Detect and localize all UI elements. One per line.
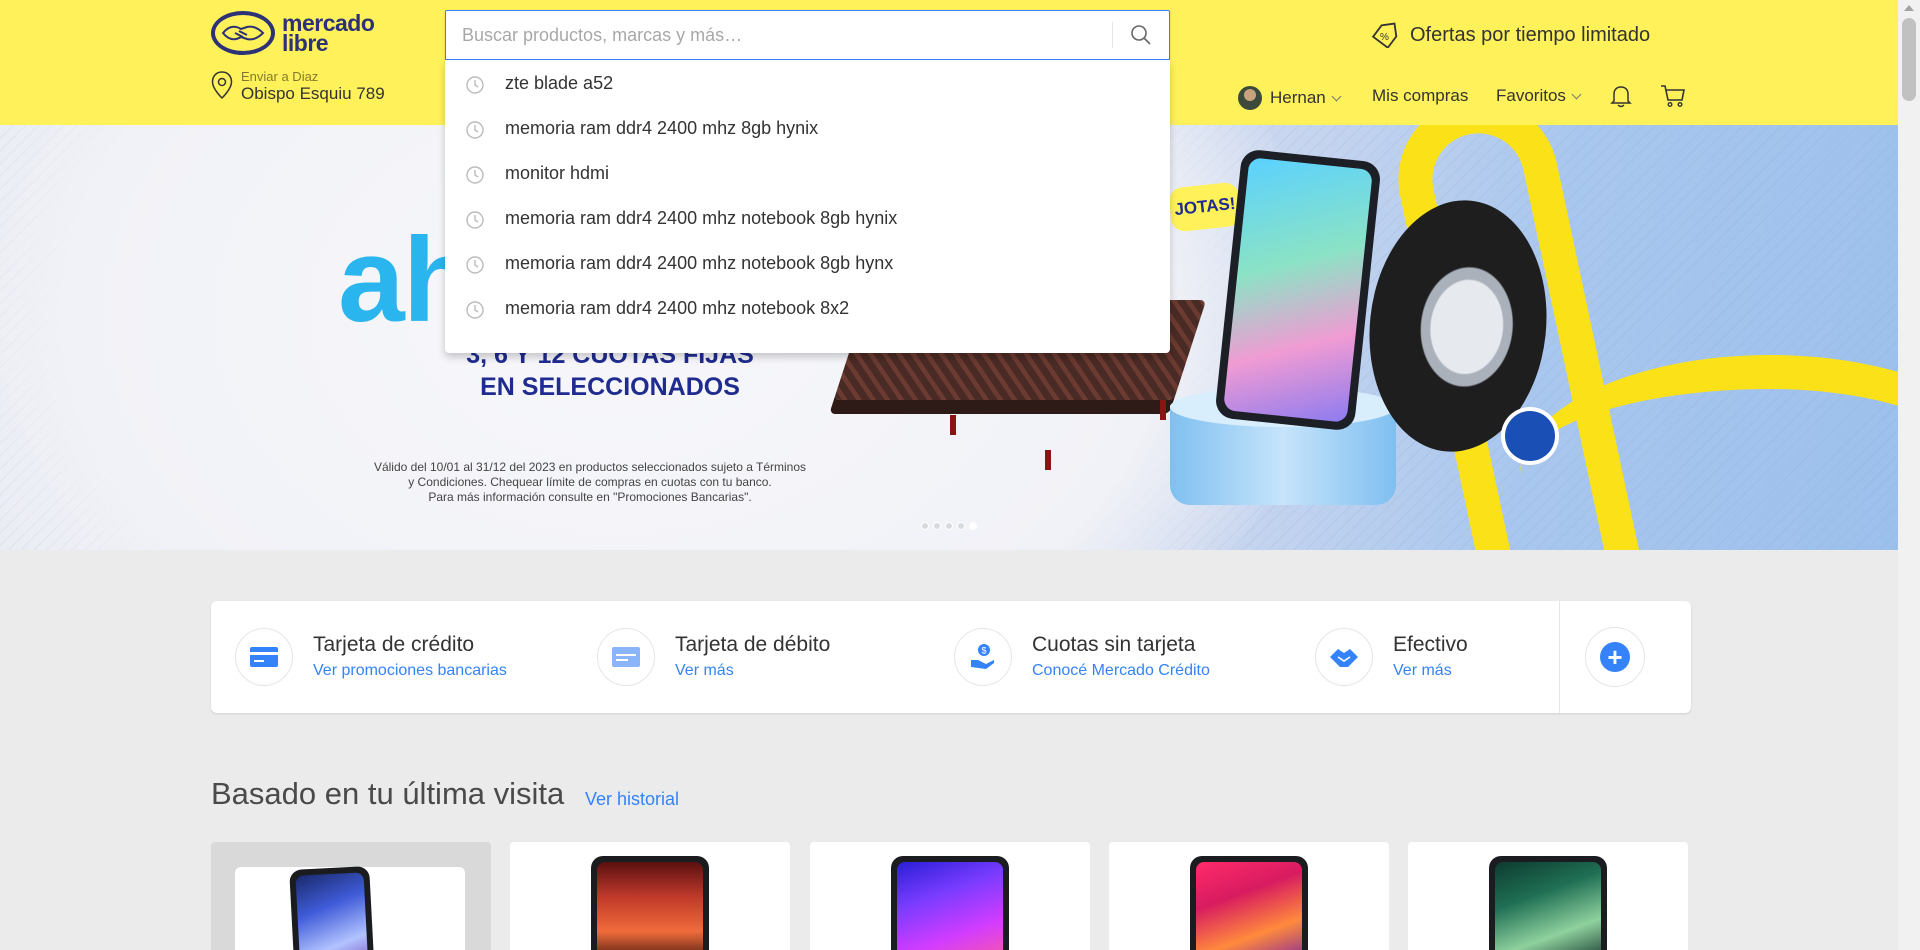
product-image bbox=[891, 856, 1009, 950]
history-clock-icon bbox=[466, 166, 484, 184]
suggestion-text: memoria ram ddr4 2400 mhz notebook 8x2 bbox=[505, 298, 850, 318]
more-payment-methods-button[interactable]: + bbox=[1585, 627, 1645, 687]
history-clock-icon bbox=[466, 76, 484, 94]
product-image bbox=[1489, 856, 1607, 950]
product-image bbox=[1190, 856, 1308, 950]
history-clock-icon bbox=[466, 121, 484, 139]
search-button[interactable] bbox=[1113, 11, 1169, 59]
hand-coin-icon: $ bbox=[971, 644, 994, 669]
carousel-dot[interactable] bbox=[933, 522, 941, 530]
payment-title: Tarjeta de crédito bbox=[313, 633, 475, 656]
search-icon bbox=[1131, 25, 1151, 45]
payment-installments[interactable]: $ Cuotas sin tarjeta Conocé Mercado Créd… bbox=[954, 601, 1210, 713]
scrollbar-thumb[interactable] bbox=[1902, 18, 1916, 101]
suggestion-item[interactable]: memoria ram ddr4 2400 mhz notebook 8gb h… bbox=[445, 196, 1170, 241]
debit-card-icon bbox=[612, 647, 640, 667]
payment-title: Tarjeta de débito bbox=[675, 633, 831, 656]
payment-link[interactable]: Conocé Mercado Crédito bbox=[1032, 660, 1210, 682]
suggestion-item[interactable]: monitor hdmi bbox=[445, 151, 1170, 196]
suggestion-text: memoria ram ddr4 2400 mhz notebook 8gb h… bbox=[505, 208, 898, 228]
nav-my-purchases-label: Mis compras bbox=[1372, 86, 1469, 105]
product-card[interactable] bbox=[810, 842, 1090, 950]
credit-card-icon bbox=[250, 647, 278, 667]
carousel-dot-active[interactable] bbox=[969, 522, 977, 530]
chevron-down-icon bbox=[1331, 91, 1342, 101]
suggestion-text: monitor hdmi bbox=[505, 163, 610, 183]
history-clock-icon bbox=[466, 211, 484, 229]
section-title: Basado en tu última visita bbox=[211, 776, 565, 811]
logo-text-libre: libre bbox=[282, 30, 329, 56]
notifications-button[interactable] bbox=[1610, 84, 1632, 108]
shipping-address: Obispo Esquiu 789 bbox=[241, 84, 385, 103]
suggestion-text: memoria ram ddr4 2400 mhz 8gb hynix bbox=[505, 118, 819, 138]
suggestion-item[interactable]: memoria ram ddr4 2400 mhz notebook 8x2 bbox=[445, 286, 1170, 331]
nav-favorites[interactable]: Favoritos bbox=[1496, 86, 1582, 106]
scroll-up-icon[interactable] bbox=[1904, 5, 1914, 11]
payment-title: Cuotas sin tarjeta bbox=[1032, 633, 1196, 656]
hero-legal-line3: Para más información consulte en "Promoc… bbox=[428, 490, 752, 504]
shipping-label: Enviar a Diaz bbox=[241, 69, 319, 84]
carousel-dot[interactable] bbox=[957, 522, 965, 530]
limited-offers-link[interactable]: % Ofertas por tiempo limitado bbox=[1370, 22, 1650, 48]
bell-icon bbox=[1610, 86, 1632, 108]
product-image bbox=[591, 856, 709, 950]
payment-title: Efectivo bbox=[1393, 633, 1468, 656]
user-name: Hernan bbox=[1270, 88, 1326, 107]
product-card[interactable] bbox=[1408, 842, 1688, 950]
shipping-location[interactable]: Enviar a Diaz Obispo Esquiu 789 bbox=[211, 69, 385, 103]
page-scrollbar[interactable] bbox=[1898, 0, 1920, 950]
product-image bbox=[289, 865, 375, 950]
payment-methods: Tarjeta de crédito Ver promociones banca… bbox=[211, 601, 1691, 713]
limited-offers-label: Ofertas por tiempo limitado bbox=[1410, 23, 1651, 46]
location-pin-icon bbox=[211, 71, 233, 99]
search-input[interactable] bbox=[462, 11, 1102, 59]
payment-link[interactable]: Ver promociones bancarias bbox=[313, 660, 507, 682]
payment-link[interactable]: Ver más bbox=[675, 660, 830, 682]
hero-legal-text: Válido del 10/01 al 31/12 del 2023 en pr… bbox=[360, 460, 820, 505]
search-suggestions: zte blade a52 memoria ram ddr4 2400 mhz … bbox=[445, 60, 1170, 353]
hero-cuotas-line2: EN SELECCIONADOS bbox=[480, 373, 740, 401]
payment-debit-card[interactable]: Tarjeta de débito Ver más bbox=[597, 601, 830, 713]
cart-icon bbox=[1661, 85, 1685, 108]
sale-badge-icon bbox=[1505, 411, 1555, 461]
nav-my-purchases[interactable]: Mis compras bbox=[1372, 86, 1468, 106]
product-card[interactable] bbox=[510, 842, 790, 950]
history-clock-icon bbox=[466, 301, 484, 319]
discount-tag-icon: % bbox=[1371, 22, 1398, 48]
user-menu[interactable]: Hernan bbox=[1238, 86, 1342, 110]
chevron-down-icon bbox=[1571, 89, 1582, 99]
search-bar bbox=[445, 10, 1170, 60]
mercadolibre-logo[interactable]: mercado libre bbox=[211, 11, 375, 56]
avatar bbox=[1238, 86, 1262, 110]
suggestion-text: memoria ram ddr4 2400 mhz notebook 8gb h… bbox=[505, 253, 894, 273]
svg-text:$: $ bbox=[982, 646, 987, 656]
hero-legal-line1: Válido del 10/01 al 31/12 del 2023 en pr… bbox=[373, 460, 807, 474]
handshake-cash-icon bbox=[1330, 649, 1358, 667]
payments-divider bbox=[1559, 601, 1560, 713]
history-clock-icon bbox=[466, 256, 484, 274]
carousel-dot[interactable] bbox=[945, 522, 953, 530]
payment-link[interactable]: Ver más bbox=[1393, 660, 1468, 682]
plus-icon: + bbox=[1600, 642, 1630, 672]
carousel-dot[interactable] bbox=[921, 522, 929, 530]
suggestion-item[interactable]: zte blade a52 bbox=[445, 61, 1170, 106]
cart-button[interactable] bbox=[1660, 84, 1686, 108]
suggestion-item[interactable]: memoria ram ddr4 2400 mhz 8gb hynix bbox=[445, 106, 1170, 151]
suggestion-text: zte blade a52 bbox=[505, 73, 614, 93]
hero-legal-line2: y Condiciones. Chequear límite de compra… bbox=[408, 475, 772, 489]
smartphone-image bbox=[1214, 148, 1382, 432]
handshake-logo-icon bbox=[211, 11, 275, 55]
product-card[interactable] bbox=[1109, 842, 1389, 950]
svg-text:%: % bbox=[1380, 32, 1389, 43]
hero-cuotas-badge: JOTAS! bbox=[1167, 181, 1243, 233]
suggestion-item[interactable]: memoria ram ddr4 2400 mhz notebook 8gb h… bbox=[445, 241, 1170, 286]
payment-cash[interactable]: Efectivo Ver más bbox=[1315, 601, 1468, 713]
view-history-link[interactable]: Ver historial bbox=[585, 789, 679, 810]
nav-favorites-label: Favoritos bbox=[1496, 86, 1566, 105]
payment-credit-card[interactable]: Tarjeta de crédito Ver promociones banca… bbox=[235, 601, 507, 713]
product-card[interactable] bbox=[211, 842, 491, 950]
carousel-dots bbox=[921, 522, 981, 530]
